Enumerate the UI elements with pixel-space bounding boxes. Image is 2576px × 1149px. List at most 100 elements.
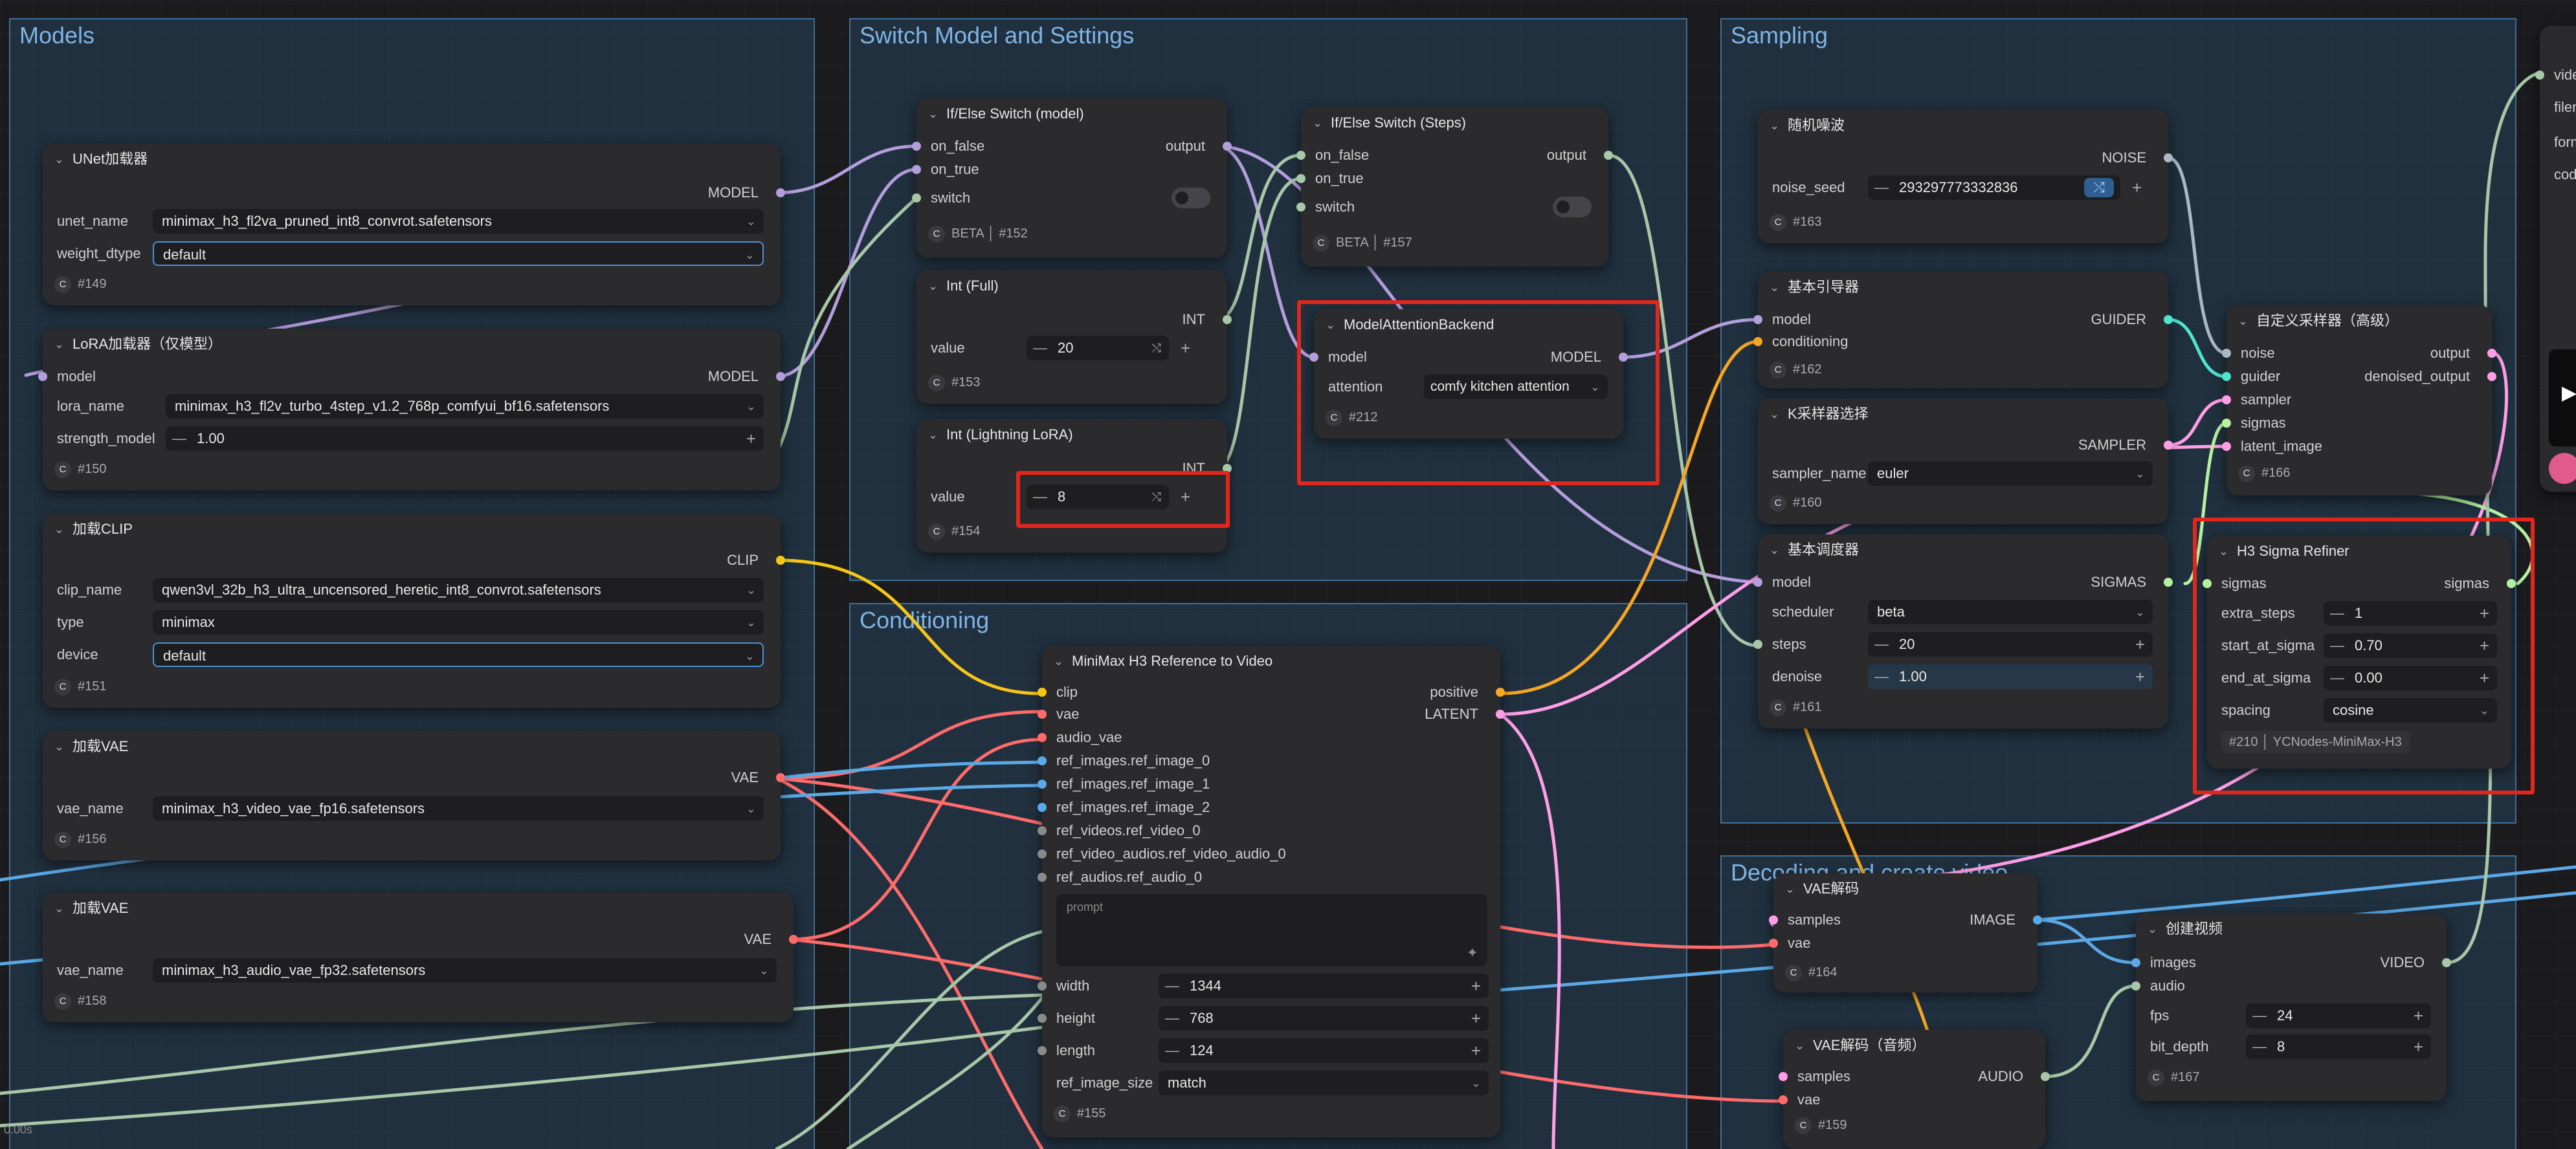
increment-icon[interactable]: +: [2414, 1034, 2423, 1059]
input-slot[interactable]: [912, 193, 921, 202]
input-slot[interactable]: [1296, 202, 1305, 212]
input-slot[interactable]: [2222, 349, 2231, 358]
lora-name-select[interactable]: minimax_h3_fl2v_turbo_4step_v1.2_768p_co…: [166, 394, 764, 419]
play-icon[interactable]: ▶: [2562, 382, 2576, 404]
increment-icon[interactable]: +: [1471, 974, 1481, 998]
node-header[interactable]: ⌄ 加载VAE: [43, 731, 781, 762]
output-slot[interactable]: [2164, 441, 2173, 450]
input-slot[interactable]: [1038, 1046, 1047, 1055]
value-stepper[interactable]: — 20 ⤭: [1027, 336, 1169, 360]
node-header[interactable]: ⌄ LoRA加载器（仅模型）: [43, 329, 781, 360]
node-header[interactable]: ⌄ Int (Lightning LoRA): [916, 419, 1227, 450]
node-vae-loader-audio[interactable]: ⌄ 加载VAE VAE vae_name minimax_h3_audio_vae…: [43, 893, 798, 1022]
input-slot[interactable]: [1038, 1014, 1047, 1023]
chevron-down-icon[interactable]: ⌄: [928, 98, 938, 129]
decrement-icon[interactable]: —: [1165, 1006, 1179, 1031]
switch-toggle[interactable]: [1171, 188, 1210, 208]
input-slot[interactable]: [912, 142, 921, 151]
output-slot[interactable]: [2487, 349, 2496, 358]
input-slot[interactable]: [1038, 873, 1047, 882]
sparkle-icon[interactable]: ✦: [1467, 945, 1478, 961]
output-slot[interactable]: [789, 935, 798, 944]
input-slot[interactable]: [1753, 578, 1762, 587]
node-reference-to-video[interactable]: ⌄ MiniMax H3 Reference to Video clip posit…: [1038, 646, 1505, 1137]
increment-icon[interactable]: +: [2414, 1003, 2423, 1028]
switch-toggle[interactable]: [1553, 197, 1592, 217]
node-header[interactable]: ⌄ 加载VAE: [43, 893, 794, 924]
output-slot[interactable]: [776, 773, 785, 782]
input-slot[interactable]: [38, 372, 47, 381]
output-slot[interactable]: [1223, 142, 1232, 151]
sampler-name-select[interactable]: euler ⌄: [1868, 461, 2153, 486]
increment-icon[interactable]: +: [2135, 664, 2145, 689]
output-slot[interactable]: [2442, 958, 2451, 967]
output-slot[interactable]: [776, 372, 785, 381]
output-slot[interactable]: [776, 556, 785, 565]
input-slot[interactable]: [1038, 710, 1047, 719]
node-header[interactable]: ⌄ VAE解码: [1773, 873, 2037, 904]
unet-name-select[interactable]: minimax_h3_fl2va_pruned_int8_convrot.saf…: [153, 209, 764, 234]
chevron-down-icon[interactable]: ⌄: [1770, 110, 1779, 141]
node-lora-loader[interactable]: ⌄ LoRA加载器（仅模型） model MODEL lora_name minim…: [38, 329, 785, 490]
width-stepper[interactable]: — 1344 +: [1159, 974, 1489, 998]
vae-name-select[interactable]: minimax_h3_video_vae_fp16.safetensors ⌄: [153, 796, 764, 821]
fps-stepper[interactable]: — 24 +: [2246, 1003, 2431, 1028]
steps-stepper[interactable]: — 20 +: [1868, 632, 2153, 657]
node-header[interactable]: ⌄ If/Else Switch (model): [916, 98, 1227, 129]
increment-icon[interactable]: +: [2132, 175, 2142, 201]
increment-icon[interactable]: +: [1181, 335, 1190, 361]
chevron-down-icon[interactable]: ⌄: [1785, 873, 1795, 904]
decrement-icon[interactable]: —: [1165, 974, 1179, 998]
decrement-icon[interactable]: —: [2252, 1034, 2267, 1059]
node-ifelse-steps[interactable]: ⌄ If/Else Switch (Steps) on_false output o…: [1296, 107, 1613, 267]
scheduler-select[interactable]: beta ⌄: [1868, 600, 2153, 624]
clip-device-select[interactable]: default ⌄: [153, 642, 764, 667]
chevron-down-icon[interactable]: ⌄: [1770, 399, 1779, 430]
input-slot[interactable]: [2131, 981, 2140, 990]
chevron-down-icon[interactable]: ⌄: [1313, 107, 1322, 138]
chevron-down-icon[interactable]: ⌄: [54, 144, 64, 175]
assistant-icon[interactable]: [2549, 453, 2576, 484]
length-stepper[interactable]: — 124 +: [1159, 1038, 1489, 1063]
input-slot[interactable]: [1779, 1095, 1788, 1104]
input-slot[interactable]: [1038, 688, 1047, 697]
node-header[interactable]: ⌄ K采样器选择: [1758, 399, 2168, 430]
output-slot[interactable]: [2164, 153, 2173, 162]
shuffle-icon[interactable]: ⤭: [1152, 336, 1161, 360]
node-header[interactable]: ⌄ MiniMax H3 Reference to Video: [1042, 646, 1500, 677]
input-slot[interactable]: [1038, 756, 1047, 765]
denoise-slider[interactable]: — 1.00 +: [1868, 664, 2153, 689]
input-slot[interactable]: [1753, 337, 1762, 346]
node-canvas[interactable]: Models Switch Model and Settings Samplin…: [0, 0, 2576, 1149]
chevron-down-icon[interactable]: ⌄: [54, 893, 64, 924]
input-slot[interactable]: [1038, 733, 1047, 742]
node-basic-guider[interactable]: ⌄ 基本引导器 model GUIDER conditioning C #162: [1753, 272, 2173, 388]
decrement-icon[interactable]: —: [1874, 175, 1889, 200]
input-slot[interactable]: [1779, 1072, 1788, 1081]
input-slot[interactable]: [2131, 958, 2140, 967]
chevron-down-icon[interactable]: ⌄: [2148, 914, 2157, 945]
decrement-icon[interactable]: —: [1165, 1038, 1179, 1063]
input-slot[interactable]: [1753, 315, 1762, 324]
input-slot[interactable]: [1769, 939, 1778, 948]
input-slot[interactable]: [2222, 419, 2231, 428]
input-slot[interactable]: [1296, 174, 1305, 183]
node-header[interactable]: ⌄ 自定义采样器（高级）: [2226, 305, 2492, 336]
chevron-down-icon[interactable]: ⌄: [928, 270, 938, 301]
node-ifelse-model[interactable]: ⌄ If/Else Switch (model) on_false output o…: [912, 98, 1232, 257]
node-header[interactable]: ⌄ Int (Full): [916, 270, 1227, 301]
output-slot[interactable]: [2033, 915, 2042, 925]
strength-stepper[interactable]: — 1.00 +: [166, 426, 764, 451]
node-custom-sampler[interactable]: ⌄ 自定义采样器（高级） noise output guider denoised_o…: [2222, 305, 2496, 496]
node-unet-loader[interactable]: ⌄ UNet加载器 MODEL unet_name minimax_h3_fl2v…: [43, 144, 785, 305]
decrement-icon[interactable]: —: [1874, 664, 1889, 689]
output-slot[interactable]: [2487, 372, 2496, 381]
ref-image-size-select[interactable]: match ⌄: [1159, 1071, 1489, 1095]
node-header[interactable]: ⌄ 基本引导器: [1758, 272, 2168, 303]
decrement-icon[interactable]: —: [2252, 1003, 2267, 1028]
output-slot[interactable]: [2164, 315, 2173, 324]
chevron-down-icon[interactable]: ⌄: [928, 419, 938, 450]
node-create-video[interactable]: ⌄ 创建视频 images VIDEO audio fps — 24 + bit_dep…: [2131, 914, 2451, 1101]
increment-icon[interactable]: +: [746, 426, 756, 451]
noise-seed-stepper[interactable]: — 293297773332836 ⤭: [1868, 175, 2120, 200]
